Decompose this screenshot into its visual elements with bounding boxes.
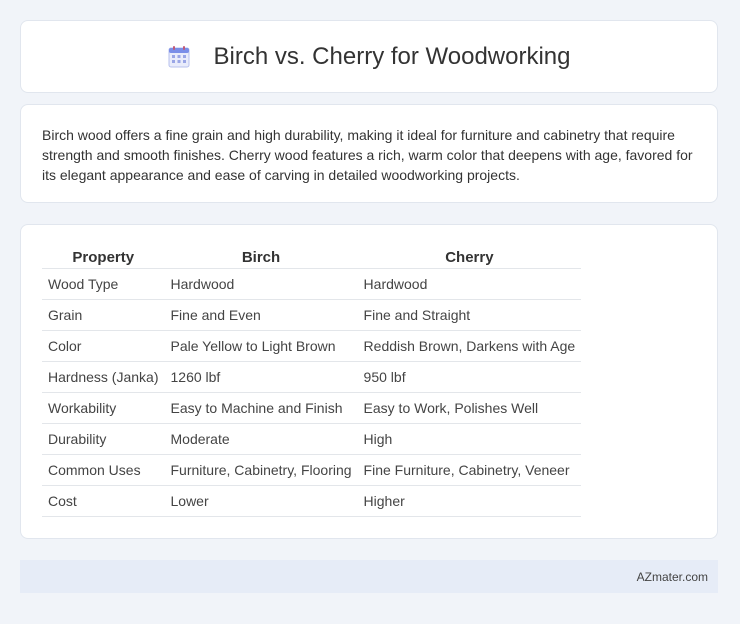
table-header-row: Property Birch Cherry <box>42 245 582 269</box>
table-row: Hardness (Janka) 1260 lbf 950 lbf <box>42 361 582 393</box>
property-cell: Grain <box>42 299 165 331</box>
cherry-cell: Reddish Brown, Darkens with Age <box>357 330 582 362</box>
footer: AZmater.com <box>20 560 718 593</box>
cherry-cell: High <box>357 423 582 455</box>
cherry-cell: Fine Furniture, Cabinetry, Veneer <box>357 454 582 486</box>
table-row: Wood Type Hardwood Hardwood <box>42 268 582 300</box>
cherry-cell: Hardwood <box>357 268 582 300</box>
title-card: Birch vs. Cherry for Woodworking <box>20 20 718 93</box>
birch-cell: Furniture, Cabinetry, Flooring <box>164 454 358 486</box>
birch-cell: Easy to Machine and Finish <box>164 392 358 424</box>
column-header-birch: Birch <box>164 245 358 269</box>
property-cell: Common Uses <box>42 454 165 486</box>
birch-cell: Hardwood <box>164 268 358 300</box>
property-cell: Wood Type <box>42 268 165 300</box>
cherry-cell: Easy to Work, Polishes Well <box>357 392 582 424</box>
table-row: Cost Lower Higher <box>42 485 582 517</box>
cherry-cell: Fine and Straight <box>357 299 582 331</box>
description-card: Birch wood offers a fine grain and high … <box>20 104 718 203</box>
cherry-cell: Higher <box>357 485 582 517</box>
birch-cell: Pale Yellow to Light Brown <box>164 330 358 362</box>
table-row: Durability Moderate High <box>42 423 582 455</box>
table-row: Grain Fine and Even Fine and Straight <box>42 299 582 331</box>
table-row: Color Pale Yellow to Light Brown Reddish… <box>42 330 582 362</box>
property-cell: Color <box>42 330 165 362</box>
property-cell: Durability <box>42 423 165 455</box>
birch-cell: Fine and Even <box>164 299 358 331</box>
birch-cell: 1260 lbf <box>164 361 358 393</box>
property-cell: Hardness (Janka) <box>42 361 165 393</box>
table-row: Workability Easy to Machine and Finish E… <box>42 392 582 424</box>
comparison-table-card: Property Birch Cherry Wood Type Hardwood… <box>20 224 718 539</box>
footer-brand[interactable]: AZmater.com <box>637 570 708 584</box>
column-header-cherry: Cherry <box>357 245 582 269</box>
column-header-property: Property <box>42 245 165 269</box>
birch-cell: Moderate <box>164 423 358 455</box>
table-row: Common Uses Furniture, Cabinetry, Floori… <box>42 454 582 486</box>
property-cell: Workability <box>42 392 165 424</box>
property-cell: Cost <box>42 485 165 517</box>
cherry-cell: 950 lbf <box>357 361 582 393</box>
page-title: Birch vs. Cherry for Woodworking <box>213 42 571 70</box>
birch-cell: Lower <box>164 485 358 517</box>
description-text: Birch wood offers a fine grain and high … <box>42 127 693 183</box>
calendar-icon <box>168 45 189 67</box>
comparison-table: Property Birch Cherry Wood Type Hardwood… <box>42 245 582 517</box>
